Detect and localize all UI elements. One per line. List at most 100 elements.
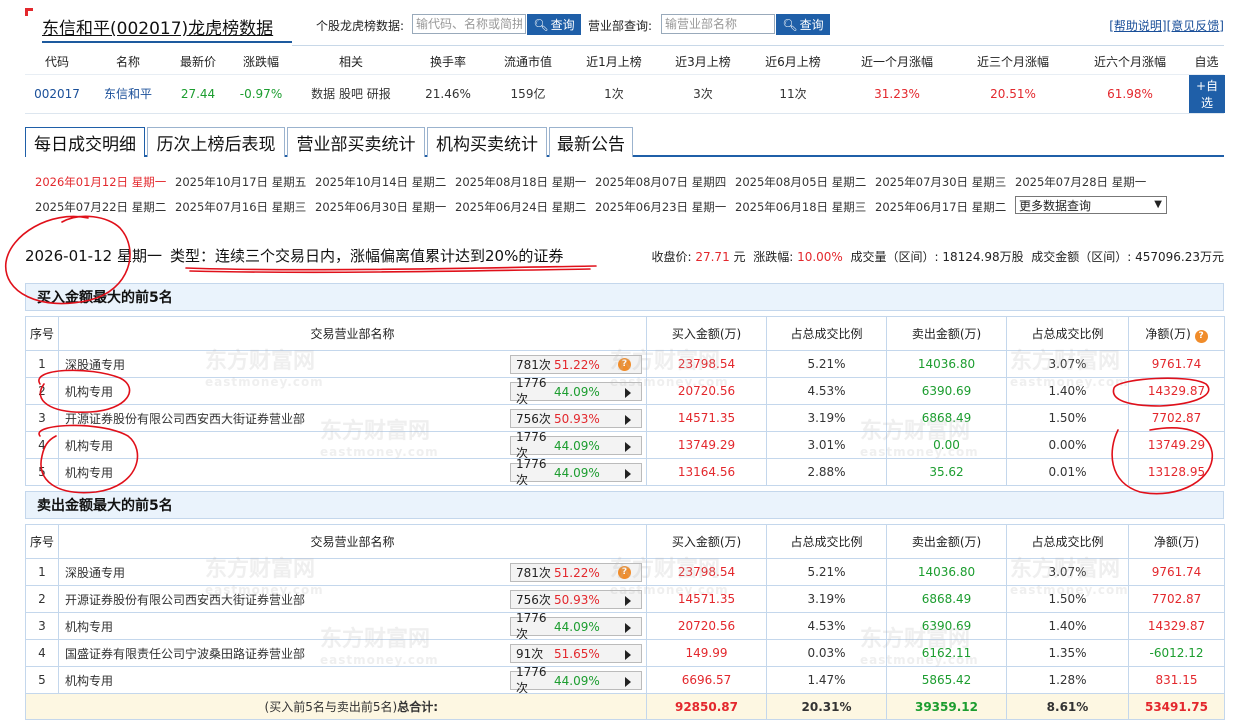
help-link[interactable]: [帮助说明]: [1109, 19, 1166, 33]
play-arrow-icon[interactable]: [625, 596, 631, 606]
tab-latest-notice[interactable]: 最新公告: [549, 127, 633, 157]
play-arrow-icon[interactable]: [625, 623, 631, 633]
tab-history-performance[interactable]: 历次上榜后表现: [147, 127, 285, 157]
dept-name-link[interactable]: 机构专用: [65, 620, 113, 634]
dept-stat-badge[interactable]: 1776次 44.09%: [510, 457, 642, 487]
date-link[interactable]: 2025年08月05日 星期二: [735, 174, 866, 190]
row-index: 3: [25, 404, 59, 432]
dept-search-input[interactable]: [661, 14, 775, 34]
net-amount: 13749.29: [1128, 431, 1225, 459]
dept-stat-badge[interactable]: 781次 51.22%?: [510, 355, 642, 374]
sell-ratio: 3.07%: [1006, 558, 1129, 586]
related-links[interactable]: 数据 股吧 研报: [293, 74, 409, 114]
dept-stat-badge[interactable]: 1776次 44.09%: [510, 611, 642, 641]
dept-search-label: 营业部查询:: [588, 19, 653, 33]
play-arrow-icon[interactable]: [625, 677, 631, 687]
play-arrow-icon[interactable]: [625, 388, 631, 398]
date-link[interactable]: 2025年06月24日 星期二: [455, 199, 586, 215]
dept-name-link[interactable]: 深股通专用: [65, 566, 125, 580]
tab-dept-stats[interactable]: 营业部买卖统计: [287, 127, 425, 157]
play-arrow-icon[interactable]: [625, 442, 631, 452]
dept-name-link[interactable]: 开源证券股份有限公司西安西大街证券营业部: [65, 412, 305, 426]
dept-name-link[interactable]: 开源证券股份有限公司西安西大街证券营业部: [65, 593, 305, 607]
help-icon[interactable]: ?: [618, 358, 631, 371]
dept-win-rate: 44.09%: [554, 465, 600, 480]
date-link[interactable]: 2025年06月30日 星期一: [315, 199, 446, 215]
play-arrow-icon[interactable]: [625, 650, 631, 660]
stock-name[interactable]: 东信和平: [89, 74, 167, 114]
summary-header: 近6月上榜: [747, 50, 839, 75]
dept-name-link[interactable]: 国盛证券有限责任公司宁波桑田路证券营业部: [65, 647, 305, 661]
date-link[interactable]: 2025年07月16日 星期三: [175, 199, 306, 215]
dept-count: 1776次: [516, 665, 547, 695]
date-link[interactable]: 2025年07月30日 星期三: [875, 174, 1006, 190]
date-link[interactable]: 2025年06月23日 星期一: [595, 199, 726, 215]
row-index: 5: [25, 666, 59, 694]
col-header: 买入金额(万): [646, 524, 767, 559]
col-header: 交易营业部名称: [58, 316, 647, 351]
volume: 成交量（区间）: 18124.98万股: [850, 250, 1024, 264]
sell-ratio: 1.28%: [1006, 666, 1129, 694]
date-link[interactable]: 2025年10月14日 星期二: [315, 174, 446, 190]
trade-info-line: 2026-01-12 星期一 类型：连续三个交易日内，涨幅偏离值累计达到20%的…: [25, 244, 1224, 266]
date-link[interactable]: 2025年08月18日 星期一: [455, 174, 586, 190]
dept-stat-badge[interactable]: 756次 50.93%: [510, 590, 642, 609]
dept-cell: 开源证券股份有限公司西安西大街证券营业部 756次 50.93%: [58, 585, 647, 613]
date-link[interactable]: 2025年08月07日 星期四: [595, 174, 726, 190]
add-watchlist-button[interactable]: +自选: [1189, 74, 1226, 113]
dept-stat-badge[interactable]: 1776次 44.09%: [510, 430, 642, 460]
stock-search-input[interactable]: [412, 14, 526, 34]
more-data-select[interactable]: 更多数据查询 ▼: [1015, 196, 1167, 214]
dept-stat-badge[interactable]: 1776次 44.09%: [510, 376, 642, 406]
date-link[interactable]: 2025年10月17日 星期五: [175, 174, 306, 190]
sell-ratio: 0.00%: [1006, 431, 1129, 459]
summary-header-row: 代码 名称 最新价 涨跌幅 相关 换手率 流通市值 近1月上榜 近3月上榜 近6…: [25, 50, 1224, 75]
total-buy: 92850.87: [646, 693, 767, 720]
dept-stat-badge[interactable]: 91次 51.65%: [510, 644, 642, 663]
col-header: 交易营业部名称: [58, 524, 647, 559]
sell-amount: 6162.11: [886, 639, 1007, 667]
dept-count: 91次: [516, 647, 544, 661]
buy-ratio: 1.47%: [766, 666, 887, 694]
sell-amount: 6390.69: [886, 612, 1007, 640]
dept-cell: 机构专用 1776次 44.09%: [58, 457, 647, 487]
buy-ratio: 3.19%: [766, 585, 887, 613]
date-link[interactable]: 2025年06月18日 星期三: [735, 199, 866, 215]
sell-ratio: 3.07%: [1006, 350, 1129, 378]
stock-query-button[interactable]: 🔍︎ 查询: [527, 14, 581, 35]
corner-mark-icon: [25, 8, 33, 16]
sell-amount: 6390.69: [886, 377, 1007, 405]
dept-name-link[interactable]: 机构专用: [65, 385, 113, 399]
play-arrow-icon[interactable]: [625, 469, 631, 479]
buy-amount: 13749.29: [646, 431, 767, 459]
dept-stat-badge[interactable]: 1776次 44.09%: [510, 665, 642, 695]
tab-daily-detail[interactable]: 每日成交明细: [25, 127, 145, 157]
date-link[interactable]: 2026年01月12日 星期一: [35, 174, 166, 190]
dept-name-link[interactable]: 机构专用: [65, 674, 113, 688]
help-icon[interactable]: ?: [618, 566, 631, 579]
play-arrow-icon[interactable]: [625, 415, 631, 425]
buy-amount: 14571.35: [646, 404, 767, 432]
dept-stat-badge[interactable]: 756次 50.93%: [510, 409, 642, 428]
dept-query-button[interactable]: 🔍︎ 查询: [776, 14, 830, 35]
total-row: (买入前5名与卖出前5名)总合计: 92850.87 20.31% 39359.12 8…: [25, 693, 1225, 720]
col-header: 卖出金额(万): [886, 316, 1007, 351]
sell-ratio: 1.40%: [1006, 612, 1129, 640]
stock-code[interactable]: 002017: [25, 74, 89, 114]
date-link[interactable]: 2025年06月17日 星期二: [875, 199, 1006, 215]
page-title[interactable]: 东信和平(002017)龙虎榜数据: [42, 14, 273, 39]
dept-name-link[interactable]: 机构专用: [65, 466, 113, 480]
dept-name-link[interactable]: 深股通专用: [65, 358, 125, 372]
help-icon[interactable]: ?: [1194, 329, 1208, 343]
dept-name-link[interactable]: 机构专用: [65, 439, 113, 453]
date-link[interactable]: 2025年07月28日 星期一: [1015, 174, 1146, 190]
sell-top5-table: 序号 交易营业部名称 买入金额(万) 占总成交比例 卖出金额(万) 占总成交比例…: [25, 524, 1225, 720]
table-row: 3 机构专用 1776次 44.09% 20720.56 4.53% 6390.69 1.40…: [25, 611, 1225, 641]
table-row: 2 开源证券股份有限公司西安西大街证券营业部 756次 50.93% 14571.35 3…: [25, 585, 1225, 613]
tab-institution-stats[interactable]: 机构买卖统计: [427, 127, 547, 157]
feedback-link[interactable]: [意见反馈]: [1167, 19, 1224, 33]
search-icon: 🔍︎: [782, 17, 798, 32]
date-link[interactable]: 2025年07月22日 星期二: [35, 199, 166, 215]
dept-cell: 机构专用 1776次 44.09%: [58, 430, 647, 460]
dept-stat-badge[interactable]: 781次 51.22%?: [510, 563, 642, 582]
